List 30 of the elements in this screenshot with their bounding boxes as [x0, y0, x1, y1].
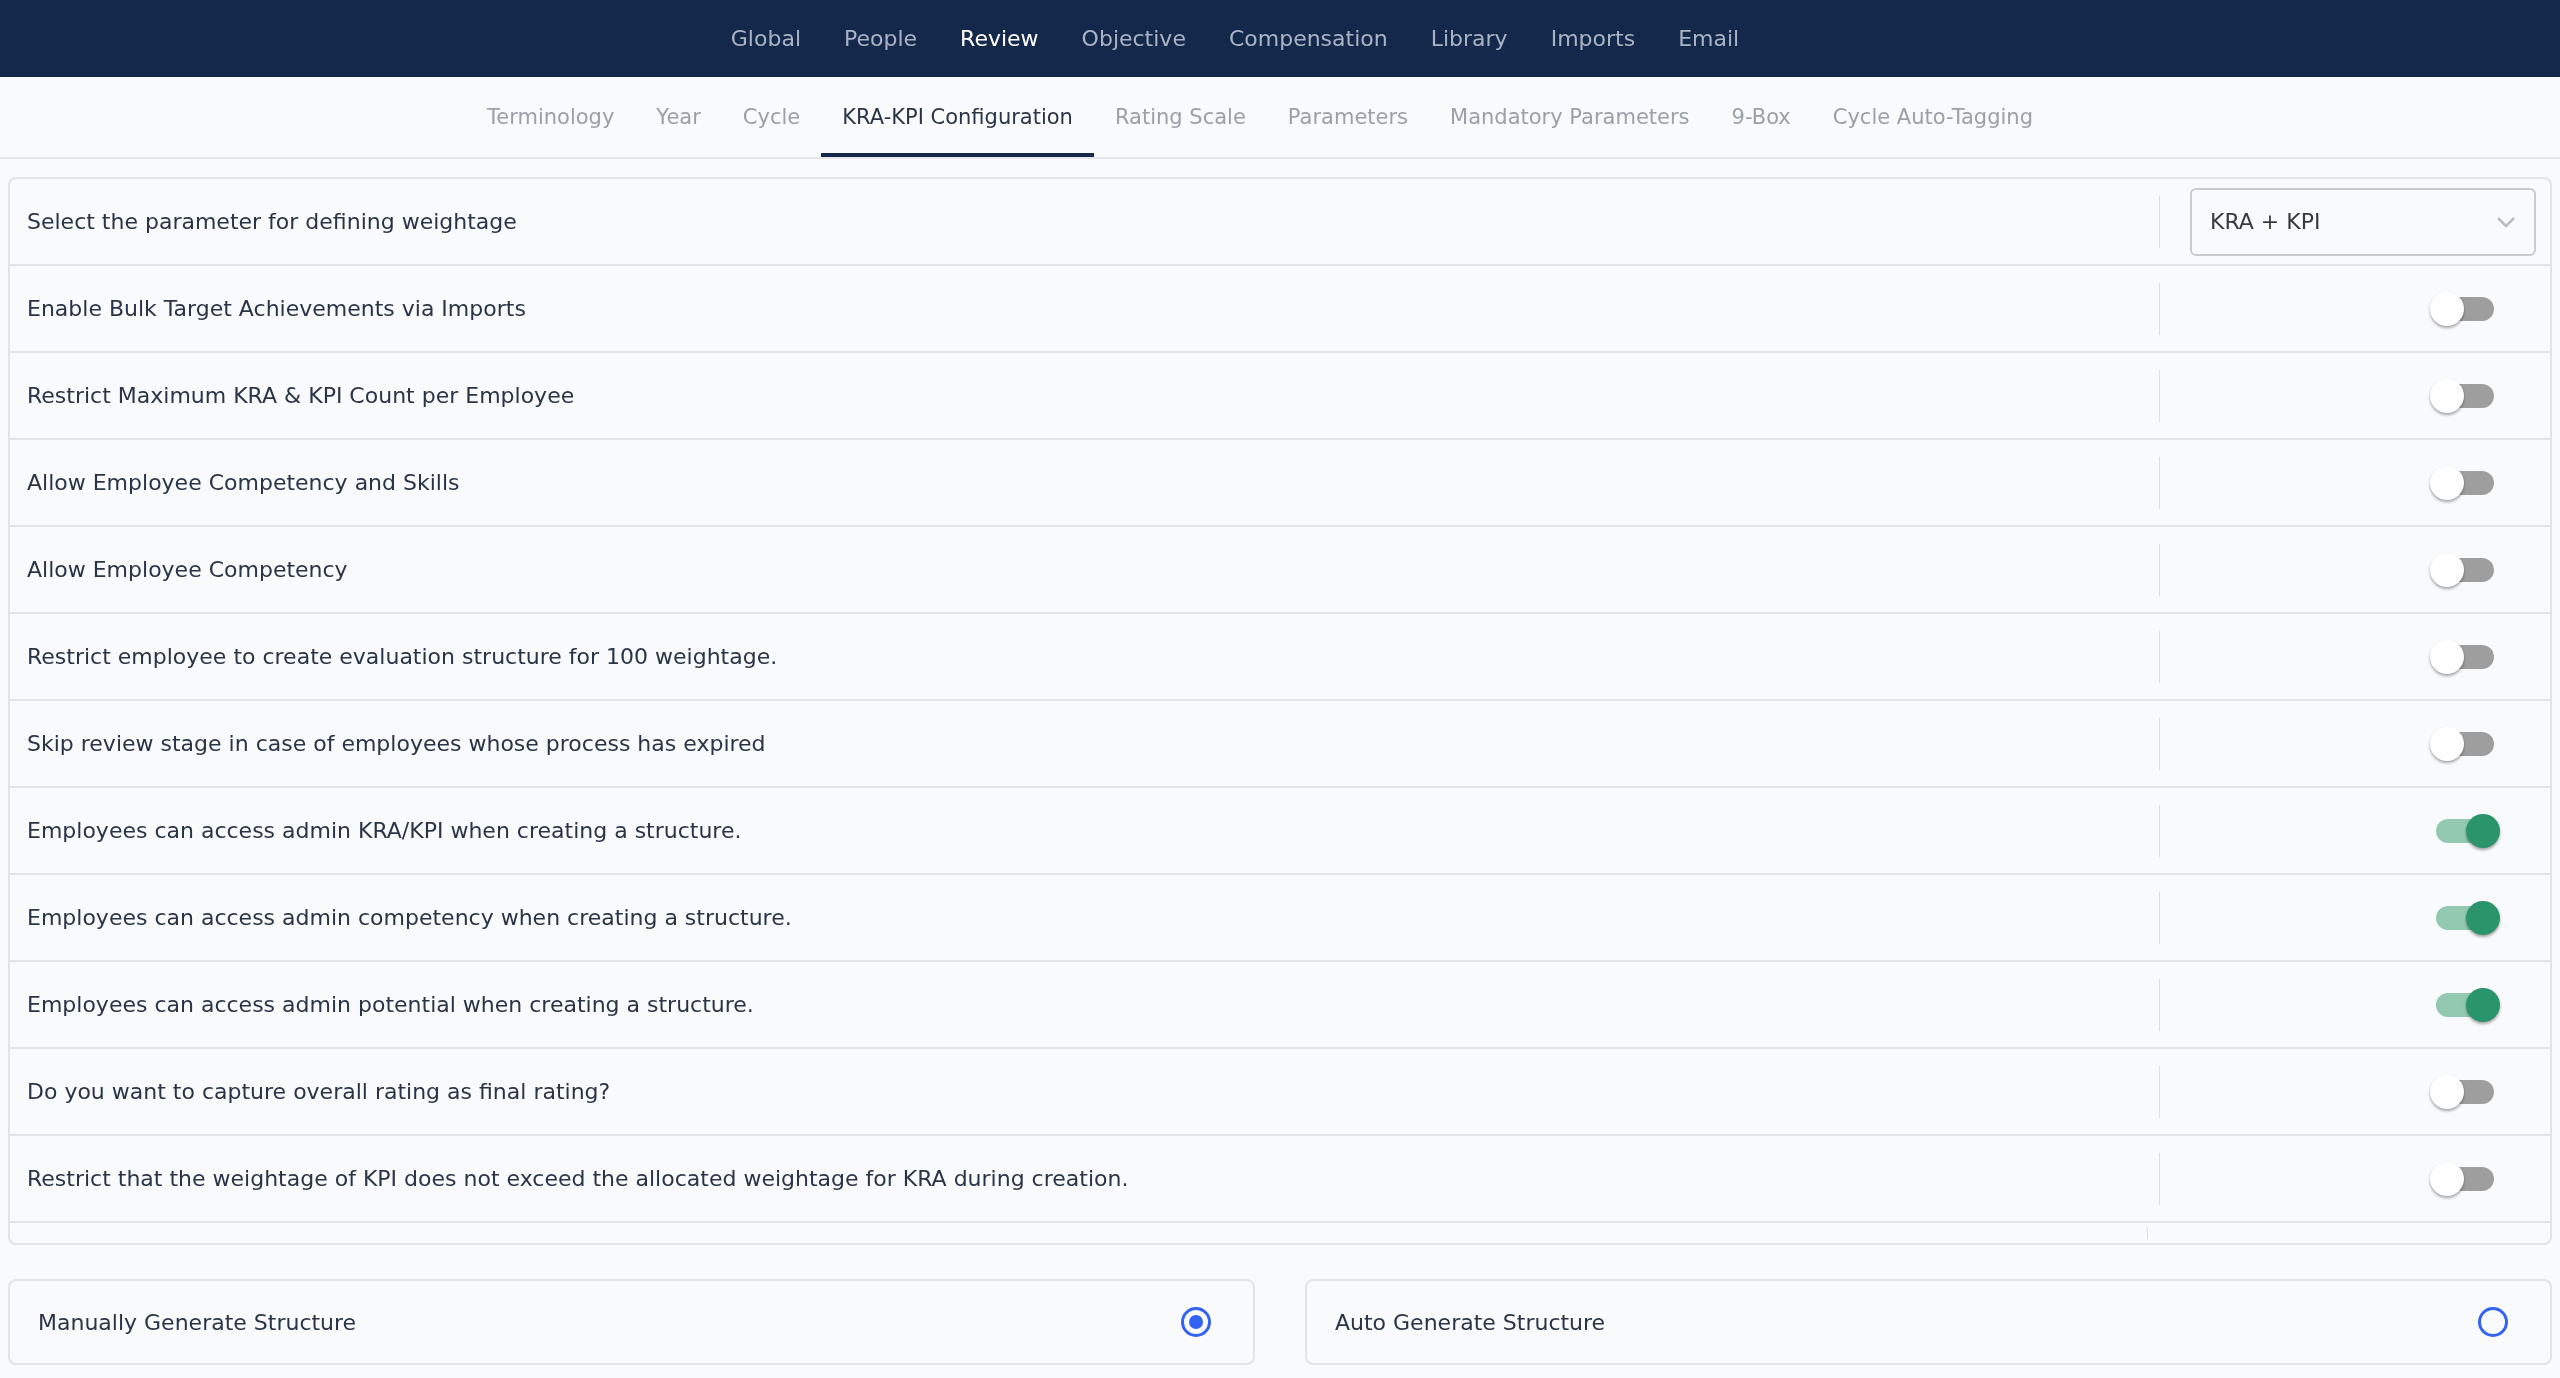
radio-button[interactable] — [1181, 1307, 1211, 1337]
setting-label: Enable Bulk Target Achievements via Imports — [26, 296, 527, 321]
setting-label: Employees can access admin competency when creating a structure. — [26, 905, 793, 930]
setting-label: Restrict Maximum KRA & KPI Count per Employee — [26, 383, 576, 408]
option-card[interactable]: Manually Generate Structure — [8, 1279, 1255, 1365]
setting-label: Skip review stage in case of employees whose process has expired — [26, 731, 767, 756]
setting-label: Allow Employee Competency and Skills — [26, 470, 461, 495]
nav-link[interactable]: Imports — [1550, 26, 1636, 51]
setting-label: Allow Employee Competency — [26, 557, 349, 582]
nav-link[interactable]: Review — [960, 26, 1039, 51]
nav-link[interactable]: Objective — [1081, 26, 1186, 51]
tab[interactable]: KRA-KPI Configuration — [821, 77, 1094, 157]
nav-link[interactable]: Library — [1430, 26, 1508, 51]
nav-link[interactable]: People — [844, 26, 918, 51]
option-card[interactable]: Auto Generate Structure — [1305, 1279, 2552, 1365]
setting-label: Select the parameter for defining weightage — [26, 209, 518, 234]
setting-label: Restrict employee to create evaluation structure for 100 weightage. — [26, 644, 779, 669]
select-value: KRA + KPI — [2210, 209, 2321, 234]
nav-link[interactable]: Email — [1678, 26, 1740, 51]
nav-link[interactable]: Compensation — [1228, 26, 1388, 51]
nav-link[interactable]: Global — [730, 26, 801, 51]
setting-label: Restrict that the weightage of KPI does not exceed the allocated weightage for KRA during creation. — [26, 1166, 1130, 1191]
chevron-down-icon — [2496, 215, 2516, 228]
setting-label: Do you want to capture overall rating as final rating? — [26, 1079, 612, 1104]
select-field[interactable]: KRA + KPI — [2190, 187, 2536, 256]
setting-label: Employees can access admin potential when creating a structure. — [26, 992, 755, 1017]
option-label: Auto Generate Structure — [1334, 1309, 1607, 1335]
radio-button[interactable] — [2478, 1307, 2508, 1337]
option-label: Manually Generate Structure — [37, 1309, 358, 1335]
setting-label: Employees can access admin KRA/KPI when creating a structure. — [26, 818, 743, 843]
